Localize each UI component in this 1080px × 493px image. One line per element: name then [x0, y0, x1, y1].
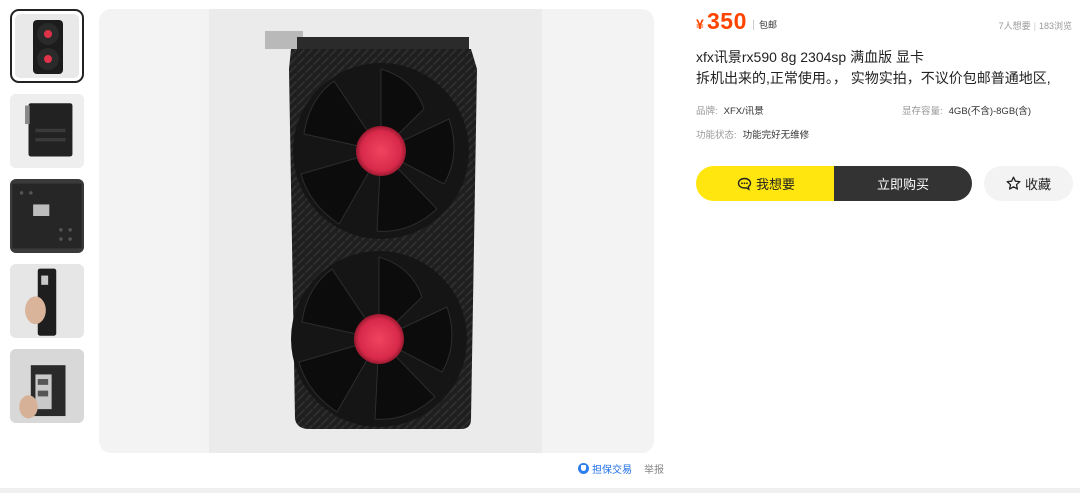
guarantee-label: 担保交易	[592, 465, 632, 476]
thumb-gpu-in-hand-image	[10, 264, 84, 338]
buy-label: 立即购买	[876, 177, 929, 192]
condition-value: 功能完好无维修	[742, 130, 810, 141]
attribute-brand: 品牌: XFX/讯景	[696, 103, 764, 117]
thumbnail-2[interactable]	[10, 94, 84, 168]
thumbnail-5[interactable]	[10, 349, 84, 423]
memory-label: 显存容量:	[902, 106, 943, 117]
gpu-photo	[209, 9, 542, 453]
listing-title: xfx讯景rx590 8g 2304sp 满血版 显卡	[696, 49, 924, 65]
shield-icon	[578, 463, 589, 474]
listing-page: 担保交易 举报 ¥ 350 包邮 7人想要 | 183浏览 xfx讯景rx590 8…	[0, 0, 1080, 493]
thumb-gpu-backplate-image	[10, 179, 84, 253]
report-link[interactable]: 举报	[644, 461, 664, 476]
views-count: 183浏览	[1038, 21, 1072, 31]
graphics-card-illustration	[209, 9, 542, 453]
memory-value: 4GB(不含)-8GB(含)	[948, 106, 1031, 117]
favorite-label: 收藏	[1024, 177, 1051, 192]
thumbnail-3[interactable]	[10, 179, 84, 253]
shipping-badge: 包邮	[753, 20, 777, 30]
buy-now-button[interactable]: 立即购买	[834, 166, 972, 201]
listing-description: 拆机出来的,正常使用。， 实物实拍，不议价包邮普通地区,	[696, 70, 1051, 86]
condition-label: 功能状态:	[696, 130, 737, 141]
brand-value: XFX/讯景	[723, 106, 764, 117]
attribute-condition: 功能状态: 功能完好无维修	[696, 127, 809, 141]
thumb-gpu-bracket-image	[10, 349, 84, 423]
currency-symbol: ¥	[696, 16, 704, 32]
thumb-gpu-front-image	[15, 14, 79, 78]
guarantee-link[interactable]: 担保交易	[578, 461, 632, 476]
want-label: 我想要	[755, 177, 795, 192]
wants-count: 7人想要	[998, 21, 1031, 31]
attribute-memory: 显存容量: 4GB(不含)-8GB(含)	[902, 103, 1031, 117]
thumbnail-4[interactable]	[10, 264, 84, 338]
page-bottom-divider	[0, 488, 1080, 493]
price-amount: 350	[707, 8, 747, 34]
thumb-gpu-side-image	[10, 94, 84, 168]
want-button[interactable]: 我想要	[696, 166, 836, 201]
main-product-image[interactable]	[99, 9, 654, 453]
thumbnail-list	[10, 9, 88, 434]
image-actions: 担保交易 举报	[578, 461, 664, 476]
chat-bubble-icon	[737, 177, 752, 191]
listing-stats: 7人想要 | 183浏览	[998, 21, 1072, 31]
star-icon	[1006, 176, 1021, 191]
thumbnail-1[interactable]	[10, 9, 84, 83]
favorite-button[interactable]: 收藏	[984, 166, 1073, 201]
price-row: ¥ 350 包邮 7人想要 | 183浏览	[696, 8, 1076, 35]
brand-label: 品牌:	[696, 106, 718, 117]
